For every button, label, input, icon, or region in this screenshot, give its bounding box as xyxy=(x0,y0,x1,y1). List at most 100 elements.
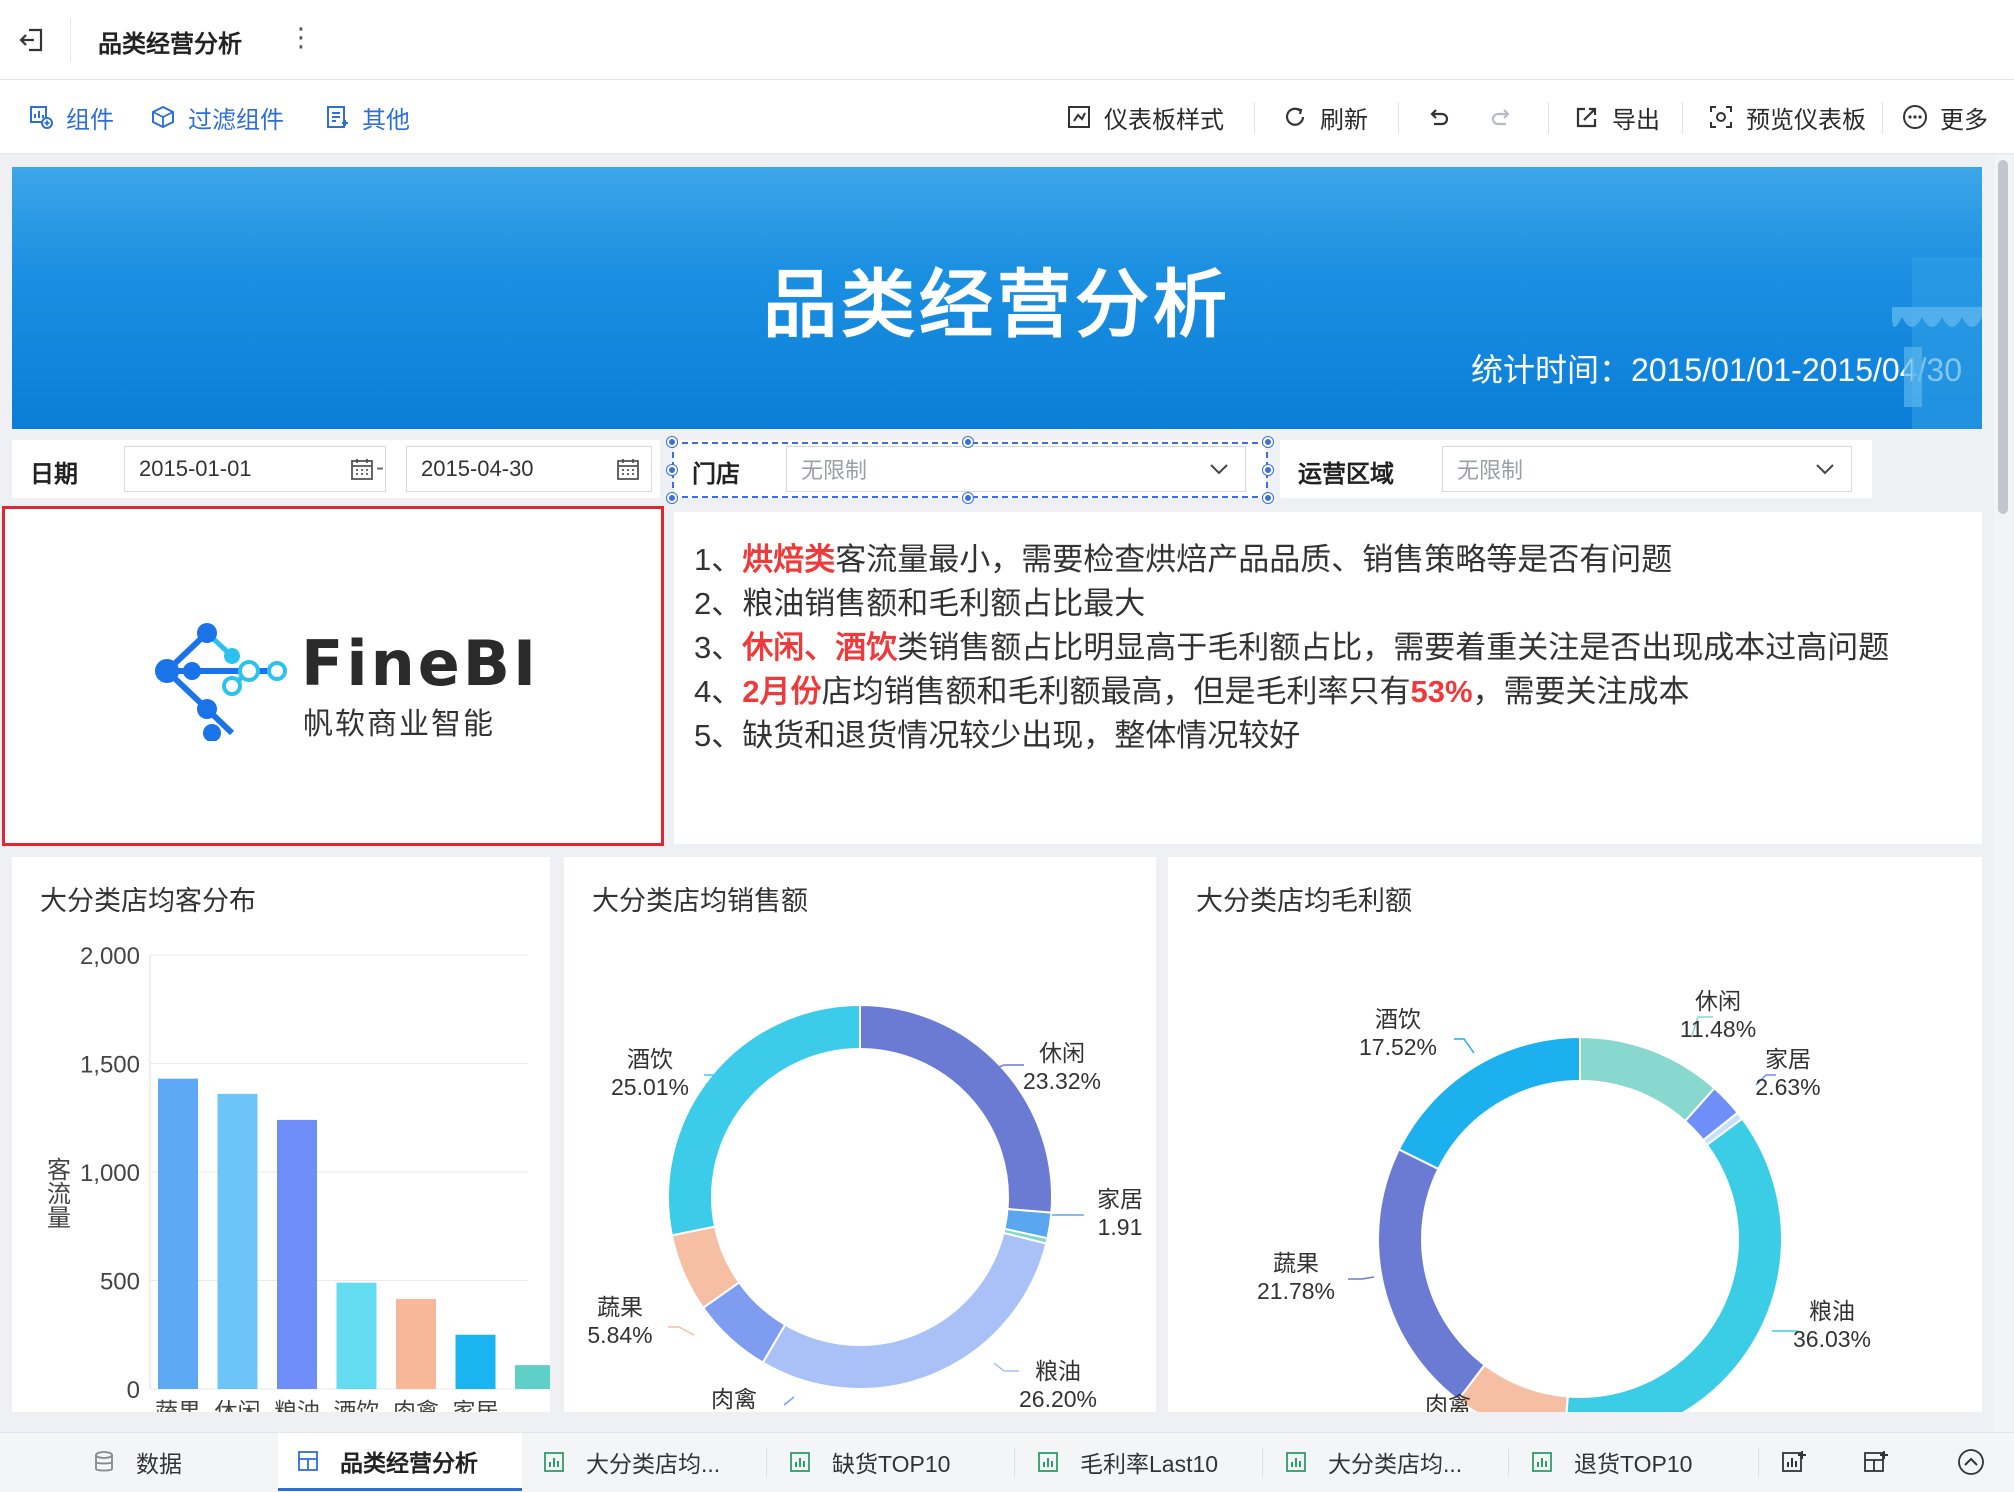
other-button[interactable]: 其他 xyxy=(322,100,410,134)
more-label: 更多 xyxy=(1940,106,1988,134)
scrollbar-thumb[interactable] xyxy=(1998,160,2008,514)
calendar-icon[interactable] xyxy=(349,456,375,482)
add-component-button[interactable]: 组件 xyxy=(26,100,114,134)
end-date-value: 2015-04-30 xyxy=(421,456,534,481)
refresh-icon xyxy=(1280,102,1310,132)
tab-stockout-top10[interactable]: 缺货TOP10 xyxy=(788,1433,950,1491)
more-options-icon[interactable]: ⋮ xyxy=(288,22,314,53)
database-icon xyxy=(95,1451,113,1472)
tab-category-analysis[interactable]: 品类经营分析 xyxy=(278,1433,522,1491)
label-leader xyxy=(783,1396,795,1406)
chevron-down-icon xyxy=(1816,464,1834,475)
bar-chart-card[interactable]: 大分类店均客分布 2,000 1,500 1,000 500 0 客流量 蔬果 休闲 粮油 酒饮肉… xyxy=(12,857,550,1412)
slice-value-label: 11.48% xyxy=(1680,1016,1756,1042)
filter-cube-icon xyxy=(148,102,178,132)
resize-handle[interactable] xyxy=(667,493,677,503)
slice-value-label: 23.32% xyxy=(1023,1068,1101,1094)
add-component-tab-button[interactable] xyxy=(1780,1433,1808,1491)
bar xyxy=(336,1282,377,1389)
slice-name-label: 蔬果 xyxy=(597,1294,643,1320)
bar xyxy=(158,1078,198,1389)
add-chart-icon xyxy=(1782,1451,1806,1472)
x-tick-label: 蔬果 xyxy=(155,1398,201,1412)
dashboard-style-button[interactable]: 仪表板样式 xyxy=(1064,100,1224,134)
profit-donut-card[interactable]: 大分类店均毛利额 休闲 11.48% 家居 2.63% 粮油 36.03% 酒饮 17.52%… xyxy=(1168,857,1982,1412)
add-dashboard-tab-button[interactable] xyxy=(1862,1433,1890,1491)
logo-panel[interactable]: FineBI 帆软商业智能 xyxy=(2,506,664,846)
toolbar-divider xyxy=(1882,102,1883,134)
slice-name-label: 蔬果 xyxy=(1273,1250,1319,1276)
date-filter-label: 日期 xyxy=(30,461,78,488)
resize-handle[interactable] xyxy=(1263,493,1273,503)
tab-category-store-avg-2[interactable]: 大分类店均... xyxy=(1284,1433,1462,1491)
refresh-label: 刷新 xyxy=(1320,106,1368,134)
more-circle-icon xyxy=(1900,102,1930,132)
slice-name-label: 家居 xyxy=(1097,1186,1143,1212)
tab-data[interactable]: 数据 xyxy=(92,1433,262,1491)
resize-handle[interactable] xyxy=(1263,437,1273,447)
preview-dashboard-button[interactable]: 预览仪表板 xyxy=(1706,100,1866,134)
resize-handle[interactable] xyxy=(667,465,677,475)
tab-divider xyxy=(1508,1449,1509,1477)
export-label: 导出 xyxy=(1612,106,1660,134)
dashboard-name: 品类经营分析 xyxy=(98,31,242,58)
slice-value-label: 17.52% xyxy=(1359,1034,1437,1060)
donut-slice xyxy=(667,1003,861,1237)
preview-dashboard-label: 预览仪表板 xyxy=(1746,106,1866,134)
region-filter-label: 运营区域 xyxy=(1298,461,1394,488)
slice-name-label: 肉禽 xyxy=(711,1386,757,1412)
add-dashboard-icon xyxy=(1864,1451,1888,1472)
tab-divider xyxy=(1014,1449,1015,1477)
insights-panel[interactable]: 1、烘焙类客流量最小，需要检查烘焙产品品质、销售策略等是否有问题 2、粮油销售额… xyxy=(674,512,1982,844)
chart-title: 大分类店均销售额 xyxy=(592,886,808,916)
collapse-tabs-button[interactable] xyxy=(1956,1433,1986,1491)
region-select[interactable]: 无限制 xyxy=(1442,446,1852,492)
bar-chart-icon xyxy=(1286,1452,1306,1472)
x-tick-label: 肉禽 xyxy=(393,1398,439,1412)
preview-icon xyxy=(1706,102,1736,132)
other-label: 其他 xyxy=(362,106,410,134)
y-tick-label: 1,000 xyxy=(80,1160,140,1187)
resize-handle[interactable] xyxy=(963,493,973,503)
resize-handle[interactable] xyxy=(667,437,677,447)
slice-value-label: 36.03% xyxy=(1793,1326,1871,1352)
bar xyxy=(396,1298,436,1389)
toolbar: 组件 过滤组件 其他 仪表板样式 刷新 导出 预览仪表板 更多 xyxy=(0,80,2014,154)
label-leader xyxy=(1348,1276,1375,1280)
exit-icon[interactable] xyxy=(14,22,50,58)
slice-name-label: 休闲 xyxy=(1695,988,1741,1014)
top-header: 品类经营分析 ⋮ xyxy=(0,0,2014,80)
start-date-input[interactable]: 2015-01-01 xyxy=(124,446,386,492)
more-button[interactable]: 更多 xyxy=(1900,100,1988,134)
refresh-button[interactable]: 刷新 xyxy=(1280,100,1368,134)
redo-button[interactable] xyxy=(1486,100,1526,134)
resize-handle[interactable] xyxy=(963,437,973,447)
donut-slice xyxy=(1377,1148,1486,1402)
chevron-up-circle-icon xyxy=(1958,1449,1984,1475)
tab-category-store-avg-1[interactable]: 大分类店均... xyxy=(542,1433,720,1491)
slice-name-label: 家居 xyxy=(1765,1046,1811,1072)
tab-divider xyxy=(1262,1449,1263,1477)
banner-title: 品类经营分析 xyxy=(763,263,1231,346)
slice-value-label: 1.91 xyxy=(1098,1214,1143,1240)
tab-divider xyxy=(1758,1449,1759,1477)
title-banner: 品类经营分析 统计时间：2015/01/01-2015/04/30 xyxy=(12,167,1982,429)
resize-handle[interactable] xyxy=(1263,465,1273,475)
insight-line: 4、2月份店均销售额和毛利额最高，但是毛利率只有53%，需要关注成本 xyxy=(694,674,1690,709)
tab-margin-last10[interactable]: 毛利率Last10 xyxy=(1036,1433,1218,1491)
finebi-subtitle: 帆软商业智能 xyxy=(303,708,495,741)
export-icon xyxy=(1572,102,1602,132)
export-button[interactable]: 导出 xyxy=(1572,100,1660,134)
label-leader xyxy=(668,1326,695,1336)
region-select-value: 无限制 xyxy=(1457,458,1524,483)
calendar-icon[interactable] xyxy=(615,456,641,482)
undo-button[interactable] xyxy=(1424,100,1464,134)
toolbar-divider xyxy=(1398,102,1399,134)
sales-donut-card[interactable]: 大分类店均销售额 休闲 23.32% 家居 1.91 粮油 26.20% 蔬果 5.84% 酒饮… xyxy=(564,857,1156,1412)
filter-component-button[interactable]: 过滤组件 xyxy=(148,100,284,134)
redo-icon xyxy=(1486,102,1516,132)
tab-return-top10[interactable]: 退货TOP10 xyxy=(1530,1433,1692,1491)
end-date-input[interactable]: 2015-04-30 xyxy=(406,446,652,492)
y-axis-title: 客流量 xyxy=(43,1157,71,1229)
finebi-wordmark: FineBI xyxy=(301,627,540,700)
